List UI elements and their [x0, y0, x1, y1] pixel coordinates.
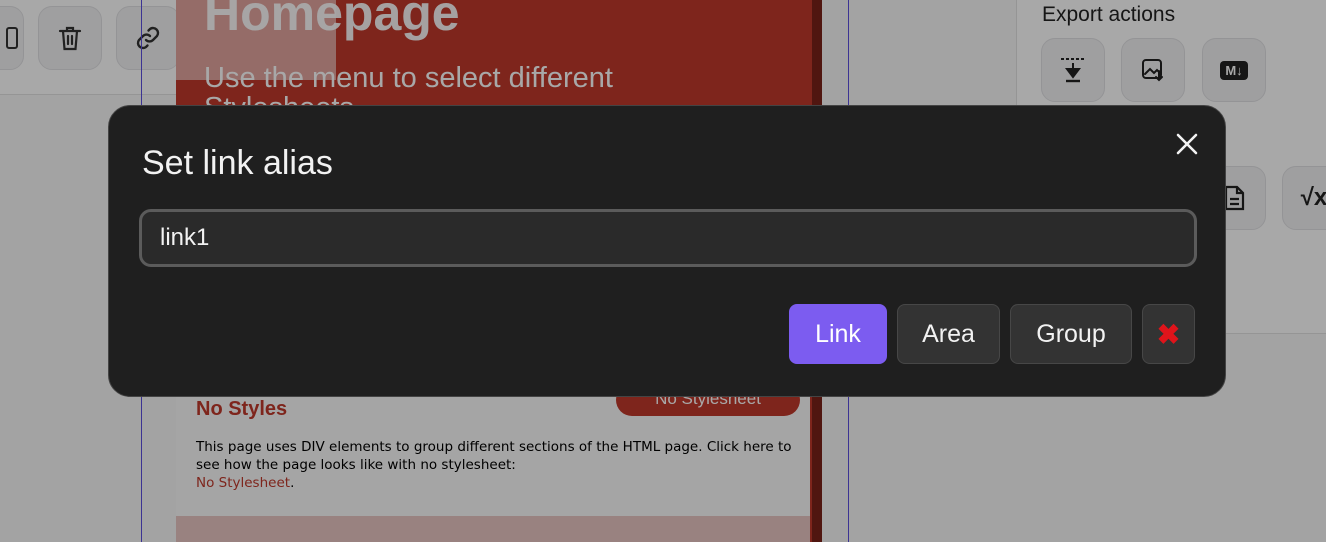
- close-icon: [1176, 133, 1198, 155]
- link-alias-dialog: Set link alias Link Area Group ✖: [108, 105, 1226, 397]
- group-button[interactable]: Group: [1010, 304, 1132, 364]
- close-dialog-button[interactable]: [1169, 126, 1205, 162]
- alias-input[interactable]: [139, 209, 1197, 267]
- remove-link-button[interactable]: ✖: [1142, 304, 1195, 364]
- red-x-icon: ✖: [1156, 318, 1181, 350]
- area-button[interactable]: Area: [897, 304, 1000, 364]
- dialog-title: Set link alias: [142, 144, 333, 182]
- link-button[interactable]: Link: [789, 304, 887, 364]
